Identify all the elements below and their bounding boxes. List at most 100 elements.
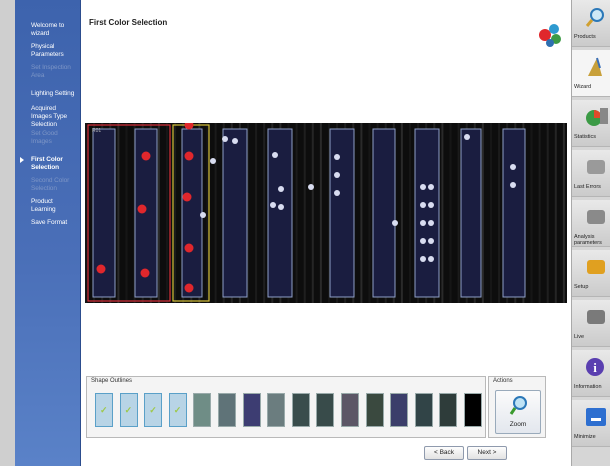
shape-swatch[interactable] <box>439 393 458 427</box>
tube <box>372 128 396 298</box>
wizard-step-label: Acquired Images Type Selection <box>31 105 67 128</box>
tube <box>460 128 482 298</box>
zoom-label: Zoom <box>509 421 527 428</box>
wizard-step-label: Welcome to wizard <box>31 22 65 37</box>
particle-dot <box>420 184 426 190</box>
toolbar-live-button[interactable]: Live <box>572 300 610 347</box>
particle-dot <box>334 154 340 160</box>
wizard-step-0[interactable]: Welcome to wizard <box>15 22 81 38</box>
wizard-step-2: Set Inspection Area <box>15 64 81 80</box>
particle-dot <box>420 256 426 262</box>
shape-swatch[interactable] <box>291 393 310 427</box>
particle-dot <box>420 202 426 208</box>
tube <box>414 128 440 298</box>
wizard-step-8[interactable]: Product Learning <box>15 198 81 214</box>
particle-dot <box>278 204 284 210</box>
image-viewer[interactable]: R01 <box>85 123 567 303</box>
wizard-steps-panel: Welcome to wizard Physical Parameters Set … <box>15 0 81 466</box>
zoom-button[interactable]: Zoom <box>495 390 541 434</box>
shape-swatch[interactable] <box>341 393 359 427</box>
particle-dot <box>232 138 238 144</box>
toolbar-last-errors-button[interactable]: Last Errors <box>572 150 610 197</box>
particle-dot <box>428 202 434 208</box>
wizard-step-label: Save Format <box>31 219 68 226</box>
setup-icon <box>587 260 605 274</box>
red-dot <box>140 268 150 278</box>
wizard-step-label: Second Color Selection <box>31 177 70 192</box>
particle-dot <box>278 186 284 192</box>
particle-dot <box>222 136 228 142</box>
red-dot <box>137 204 147 214</box>
minimize-icon <box>586 408 606 426</box>
next-button[interactable]: Next > <box>467 446 507 460</box>
tube <box>222 128 248 298</box>
shape-swatch[interactable]: ✓ <box>119 393 138 427</box>
checkmark-icon: ✓ <box>124 405 133 415</box>
wizard-step-9[interactable]: Save Format <box>15 219 81 227</box>
particle-dot <box>420 238 426 244</box>
particle-dot <box>272 152 278 158</box>
shape-swatch[interactable]: ✓ <box>144 393 163 427</box>
shape-swatch[interactable]: ✓ <box>168 393 187 427</box>
toolbar-label: Live <box>574 334 585 340</box>
particle-dot <box>428 238 434 244</box>
wizard-step-3[interactable]: Lighting Setting <box>15 90 81 98</box>
wizard-step-label: First Color Selection <box>31 156 63 171</box>
toolbar-label: Products <box>574 34 596 40</box>
shape-swatch[interactable] <box>193 393 212 427</box>
image-tag-label: R01 <box>92 128 101 134</box>
toolbar-label: Information <box>574 384 602 390</box>
wizard-step-label: Product Learning <box>31 198 56 213</box>
wizard-step-6[interactable]: First Color Selection <box>15 156 81 172</box>
toolbar-statistics-button[interactable]: Statistics <box>572 100 610 147</box>
red-dot <box>184 283 194 293</box>
shape-swatch[interactable] <box>390 393 409 427</box>
shape-swatch[interactable] <box>414 393 433 427</box>
particle-dot <box>464 134 470 140</box>
shape-swatch[interactable]: ✓ <box>95 393 113 427</box>
red-dot <box>184 151 194 161</box>
wizard-step-label: Lighting Setting <box>31 90 75 97</box>
particle-dot <box>334 172 340 178</box>
current-step-arrow-icon <box>20 157 24 163</box>
toolbar-products-button[interactable]: Products <box>572 0 610 47</box>
main-toolbar: Products Wizard Statistics Last Errors Analy… <box>571 0 610 466</box>
tube <box>502 128 526 298</box>
toolbar-analysis-button[interactable]: Analysis parameters <box>572 200 610 247</box>
toolbar-label: Minimize <box>574 434 596 440</box>
toolbar-minimize-button[interactable]: Minimize <box>572 400 610 447</box>
wizard-content-panel: First Color Selection R01 Shape Outlines… <box>81 0 571 466</box>
back-button[interactable]: < Back <box>424 446 464 460</box>
magnifier-icon <box>585 8 604 27</box>
particle-dot <box>334 190 340 196</box>
particle-dot <box>510 182 516 188</box>
shape-swatch[interactable] <box>365 393 384 427</box>
wizard-step-label: Set Inspection Area <box>31 64 71 79</box>
shape-swatch[interactable] <box>218 393 236 427</box>
wizard-step-7: Second Color Selection <box>15 177 81 193</box>
red-dot <box>141 151 151 161</box>
toolbar-label: Wizard <box>574 84 592 90</box>
application-window: Welcome to wizard Physical Parameters Set … <box>0 0 610 466</box>
toolbar-setup-button[interactable]: Setup <box>572 250 610 297</box>
camera-icon <box>587 310 605 324</box>
actions-label: Actions <box>493 378 513 384</box>
wizard-step-1[interactable]: Physical Parameters <box>15 43 81 59</box>
page-title: First Color Selection <box>89 18 168 27</box>
shape-swatch[interactable] <box>464 393 482 427</box>
analysis-icon <box>587 210 605 224</box>
checkmark-icon: ✓ <box>173 405 182 415</box>
shape-swatch[interactable] <box>242 393 261 427</box>
wizard-step-4[interactable]: Acquired Images Type Selection <box>15 105 81 129</box>
red-dot <box>184 243 194 253</box>
toolbar-information-button[interactable]: i Information <box>572 350 610 397</box>
shape-swatch[interactable] <box>316 393 335 427</box>
wizard-step-label: Physical Parameters <box>31 43 64 58</box>
checkmark-icon: ✓ <box>149 405 157 415</box>
shape-swatch[interactable] <box>267 393 286 427</box>
toolbar-wizard-button[interactable]: Wizard <box>572 50 610 97</box>
toolbar-label: Last Errors <box>574 184 601 190</box>
red-dot <box>96 264 106 274</box>
error-list-icon <box>587 160 605 174</box>
color-selection-logo-icon <box>539 24 561 47</box>
